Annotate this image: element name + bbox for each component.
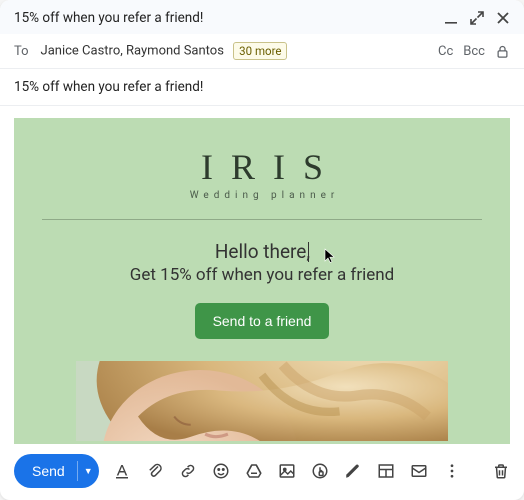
lock-icon[interactable]: [495, 44, 510, 59]
send-label: Send: [32, 463, 65, 479]
format-text-icon[interactable]: [113, 462, 131, 480]
brand-tagline: Wedding planner: [36, 190, 488, 201]
email-body[interactable]: IRIS Wedding planner Hello there, Get 15…: [0, 106, 524, 444]
emoji-icon[interactable]: [212, 462, 230, 480]
text-caret: [308, 242, 309, 262]
divider: [42, 219, 482, 220]
confidential-icon[interactable]: [311, 462, 329, 480]
drive-icon[interactable]: [245, 462, 263, 480]
discard-icon[interactable]: [492, 462, 510, 480]
title-bar: 15% off when you refer a friend!: [0, 0, 524, 34]
recipients-field[interactable]: Janice Castro, Raymond Santos 30 more: [41, 42, 438, 60]
bcc-button[interactable]: Bcc: [463, 44, 485, 59]
more-options-icon[interactable]: [443, 462, 461, 480]
send-button[interactable]: Send ▼: [14, 454, 99, 488]
image-icon[interactable]: [278, 462, 296, 480]
offer-text: Get 15% off when you refer a friend: [36, 265, 488, 285]
greeting-text: Hello there: [215, 240, 307, 263]
format-toolbar: [113, 462, 488, 480]
to-label: To: [14, 44, 29, 59]
send-divider: [77, 461, 78, 481]
mail-template-icon[interactable]: [410, 462, 428, 480]
subject-field[interactable]: 15% off when you refer a friend!: [0, 69, 524, 106]
title-actions: [444, 11, 510, 25]
to-row: To Janice Castro, Raymond Santos 30 more…: [0, 34, 524, 69]
cta-button[interactable]: Send to a friend: [195, 303, 330, 339]
close-icon[interactable]: [496, 11, 510, 25]
greeting-line: Hello there,: [36, 240, 488, 263]
recipients-text: Janice Castro, Raymond Santos: [41, 43, 224, 58]
pen-icon[interactable]: [344, 462, 362, 480]
expand-icon[interactable]: [470, 11, 484, 25]
cc-button[interactable]: Cc: [438, 44, 453, 59]
layout-template-icon[interactable]: [377, 462, 395, 480]
minimize-icon[interactable]: [444, 11, 458, 25]
send-dropdown-icon[interactable]: ▼: [84, 466, 93, 476]
brand-block: IRIS Wedding planner: [36, 146, 488, 201]
compose-toolbar: Send ▼: [0, 444, 524, 500]
cc-bcc-area: Cc Bcc: [438, 44, 510, 59]
compose-window: 15% off when you refer a friend! To Jani…: [0, 0, 524, 500]
link-icon[interactable]: [179, 462, 197, 480]
window-title: 15% off when you refer a friend!: [14, 10, 203, 26]
attach-icon[interactable]: [146, 462, 164, 480]
brand-name: IRIS: [36, 146, 488, 188]
email-template: IRIS Wedding planner Hello there, Get 15…: [14, 118, 510, 444]
hero-image: [76, 361, 448, 441]
more-recipients-badge[interactable]: 30 more: [233, 42, 287, 60]
